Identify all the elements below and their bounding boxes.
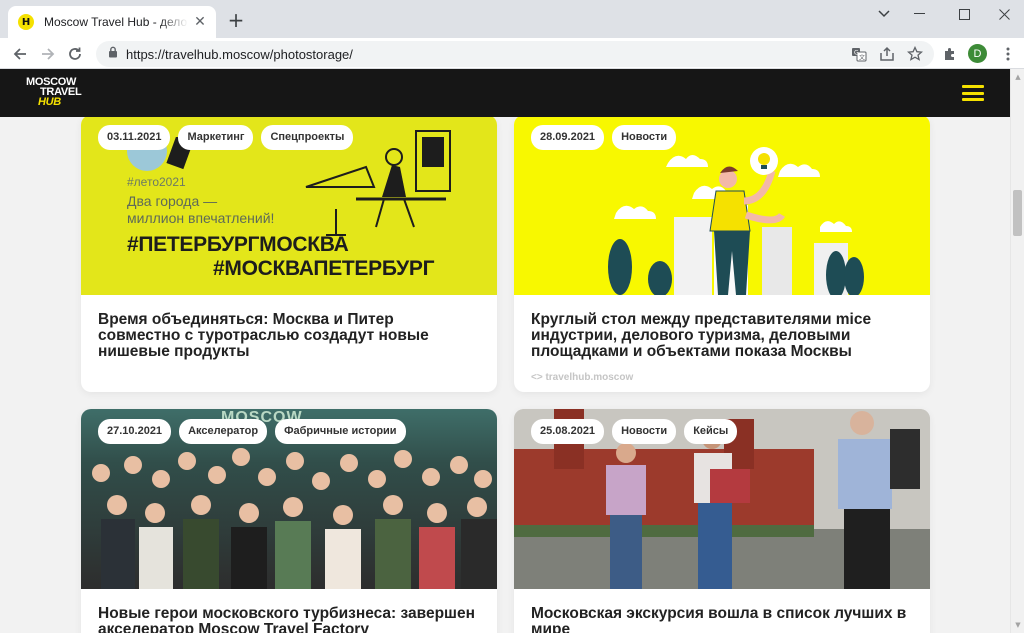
- card-tags: 27.10.2021 Акселератор Фабричные истории: [98, 419, 406, 444]
- card-title[interactable]: Круглый стол между представителями mice …: [514, 295, 930, 360]
- translate-icon[interactable]: G文: [849, 44, 869, 64]
- tab-title: Moscow Travel Hub - деловая платформа: [44, 15, 188, 29]
- category-tag[interactable]: Новости: [612, 125, 677, 150]
- lock-icon[interactable]: [108, 45, 118, 63]
- category-tag[interactable]: Маркетинг: [178, 125, 254, 150]
- card-tags: 28.09.2021 Новости: [531, 125, 677, 150]
- category-tag[interactable]: Фабричные истории: [275, 419, 406, 444]
- site-header: MOSCOW TRAVEL HUB: [0, 69, 1010, 117]
- card-image[interactable]: 03.11.2021 Маркетинг Спецпроекты #лето20…: [81, 117, 497, 295]
- image-hashtag: #лето2021: [127, 175, 186, 189]
- site-logo[interactable]: MOSCOW TRAVEL HUB: [26, 77, 92, 111]
- date-badge: 03.11.2021: [98, 125, 171, 150]
- date-badge: 28.09.2021: [531, 125, 605, 150]
- site-favicon-icon: H: [18, 14, 34, 30]
- page-scrollbar[interactable]: ▲ ▼: [1010, 69, 1024, 633]
- scroll-down-arrow-icon[interactable]: ▼: [1014, 621, 1022, 629]
- scroll-up-arrow-icon[interactable]: ▲: [1014, 73, 1022, 81]
- card-image[interactable]: 28.09.2021 Новости: [514, 117, 930, 295]
- image-headline-2: #МОСКВАПЕТЕРБУРГ: [213, 257, 435, 280]
- image-headline-1: #ПЕТЕРБУРГМОСКВА: [127, 233, 349, 256]
- scrollbar-thumb[interactable]: [1013, 190, 1022, 236]
- card-image[interactable]: 25.08.2021 Новости Кейсы: [514, 409, 930, 589]
- forward-arrow-icon[interactable]: [36, 42, 60, 66]
- category-tag[interactable]: Кейсы: [684, 419, 738, 444]
- reload-icon[interactable]: [63, 42, 87, 66]
- card-tags: 03.11.2021 Маркетинг Спецпроекты: [98, 125, 354, 150]
- category-tag[interactable]: Спецпроекты: [261, 125, 354, 150]
- maximize-icon[interactable]: [942, 0, 986, 28]
- minimize-icon[interactable]: [898, 0, 942, 28]
- browser-tab[interactable]: H Moscow Travel Hub - деловая платформа …: [8, 6, 216, 38]
- news-card[interactable]: 25.08.2021 Новости Кейсы Московская экск…: [514, 409, 930, 633]
- extensions-icon[interactable]: [940, 44, 960, 64]
- category-tag[interactable]: Акселератор: [179, 419, 268, 444]
- news-grid: 03.11.2021 Маркетинг Спецпроекты #лето20…: [0, 117, 1010, 633]
- svg-text:文: 文: [859, 54, 865, 62]
- date-badge: 27.10.2021: [98, 419, 172, 444]
- category-tag[interactable]: Новости: [612, 419, 677, 444]
- logo-line-hub: HUB: [38, 96, 61, 108]
- menu-dots-icon[interactable]: [998, 44, 1018, 64]
- card-source[interactable]: <> travelhub.moscow: [531, 372, 633, 383]
- browser-tab-bar: H Moscow Travel Hub - деловая платформа …: [0, 0, 1024, 38]
- news-card[interactable]: 27.10.2021 Акселератор Фабричные истории…: [81, 409, 497, 633]
- card-title[interactable]: Новые герои московского турбизнеса: заве…: [81, 589, 497, 633]
- date-badge: 25.08.2021: [531, 419, 605, 444]
- close-window-icon[interactable]: [982, 0, 1024, 28]
- address-bar[interactable]: https://travelhub.moscow/photostorage/: [96, 41, 934, 67]
- image-subtitle: Два города — миллион впечатлений!: [127, 193, 275, 226]
- card-title[interactable]: Московская экскурсия вошла в список лучш…: [514, 589, 930, 633]
- news-card[interactable]: 28.09.2021 Новости Круглый стол между пр…: [514, 117, 930, 392]
- back-arrow-icon[interactable]: [8, 42, 32, 66]
- star-icon[interactable]: [905, 44, 925, 64]
- card-image[interactable]: 27.10.2021 Акселератор Фабричные истории…: [81, 409, 497, 589]
- url-text[interactable]: https://travelhub.moscow/photostorage/: [126, 47, 353, 62]
- browser-toolbar: https://travelhub.moscow/photostorage/ G…: [0, 38, 1024, 69]
- share-icon[interactable]: [877, 44, 897, 64]
- card-title[interactable]: Время объединяться: Москва и Питер совме…: [81, 295, 497, 360]
- close-tab-icon[interactable]: ✕: [192, 14, 208, 30]
- news-card[interactable]: 03.11.2021 Маркетинг Спецпроекты #лето20…: [81, 117, 497, 392]
- card-tags: 25.08.2021 Новости Кейсы: [531, 419, 738, 444]
- hamburger-menu-icon[interactable]: [962, 85, 984, 101]
- new-tab-button[interactable]: +: [226, 10, 246, 31]
- profile-avatar[interactable]: D: [968, 44, 987, 63]
